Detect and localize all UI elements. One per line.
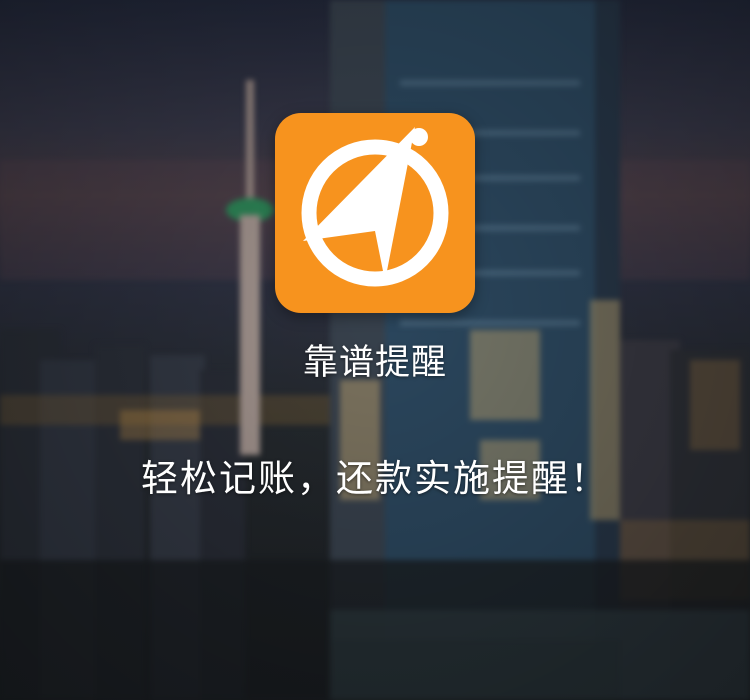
app-logo-icon	[275, 113, 475, 313]
compass-logo-icon	[301, 127, 449, 287]
slogan-text: 轻松记账，还款实施提醒！	[141, 457, 609, 500]
app-name: 靠谱提醒	[302, 343, 447, 383]
